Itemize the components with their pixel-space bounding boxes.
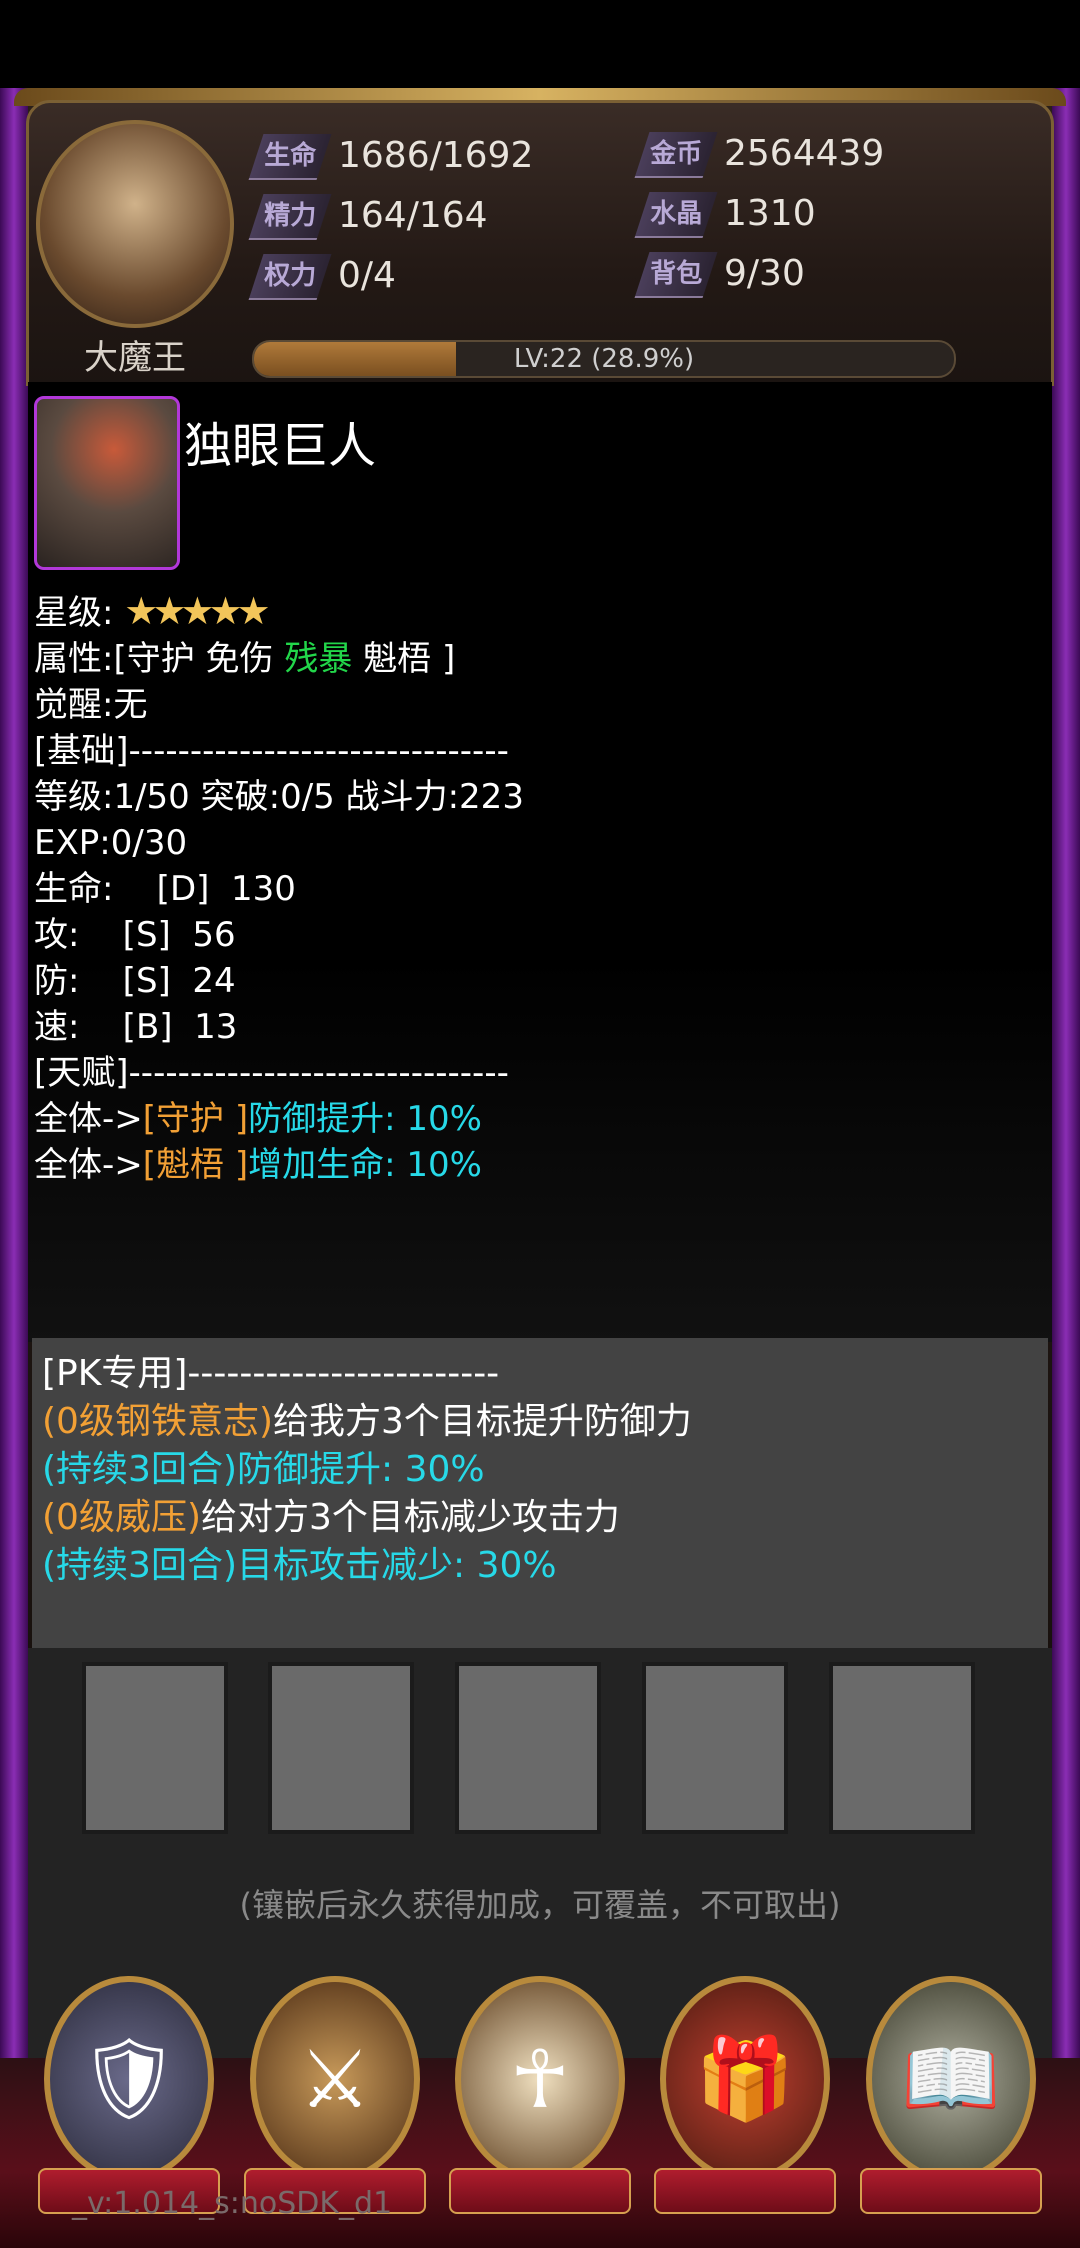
hp-line: 生命: [D] 130: [34, 869, 296, 909]
bag-icon: 背包: [634, 252, 718, 298]
player-name: 大魔王: [84, 338, 186, 378]
stat-hp: 生命 1686/1692: [248, 134, 533, 180]
inlay-slot[interactable]: [642, 1662, 788, 1834]
pk-header: [PK专用]------------------------: [42, 1353, 500, 1394]
energy-icon: 精力: [248, 194, 332, 240]
stat-bag: 背包 9/30: [634, 252, 805, 298]
unit-name: 独眼巨人: [184, 418, 377, 474]
level-text: LV:22 (28.9%): [513, 344, 695, 374]
def-line: 防: [S] 24: [34, 961, 236, 1001]
mask-icon: ☥: [510, 2032, 570, 2126]
level-progress-bar: LV:22 (28.9%): [252, 340, 956, 378]
stat-gold: 金币 2564439: [634, 132, 884, 178]
talent-line: 全体->[守护 ]防御提升: 10%: [34, 1099, 482, 1139]
hp-icon: 生命: [248, 134, 332, 180]
talent-line: 全体->[魁梧 ]增加生命: 10%: [34, 1145, 482, 1185]
chest-icon: 🎁: [695, 2032, 795, 2125]
book-icon: 📖: [901, 2032, 1001, 2125]
star-line: 星级: ★★★★★: [34, 589, 271, 633]
talent-header: [天赋]-------------------------------: [34, 1053, 509, 1093]
guard-crest-button[interactable]: 🛡: [38, 1976, 220, 2214]
basic-header: [基础]-------------------------------: [34, 731, 509, 771]
helmet-icon: ⚔: [299, 2032, 371, 2126]
inlay-slot[interactable]: [829, 1662, 975, 1834]
nav-plaque: [860, 2168, 1042, 2214]
stat-energy: 精力 164/164: [248, 194, 488, 240]
book-button[interactable]: 📖: [860, 1976, 1042, 2214]
shield-icon: 🛡: [78, 2032, 180, 2125]
pk-skill-2: (0级威压)给对方3个目标减少攻击力: [42, 1497, 620, 1538]
hero-button[interactable]: ⚔: [244, 1976, 426, 2214]
pk-skill-1: (0级钢铁意志)给我方3个目标提升防御力: [42, 1401, 692, 1442]
crystal-icon: 水晶: [634, 192, 718, 238]
inlay-slot[interactable]: [455, 1662, 601, 1834]
inlay-slot[interactable]: [268, 1662, 414, 1834]
star-rating-icon: ★★★★★: [124, 589, 270, 633]
treasure-button[interactable]: 🎁: [654, 1976, 836, 2214]
pk-skill-panel: [PK专用]------------------------ (0级钢铁意志)给…: [32, 1338, 1048, 1648]
sage-button[interactable]: ☥: [449, 1976, 631, 2214]
gold-icon: 金币: [634, 132, 718, 178]
nav-plaque: [449, 2168, 631, 2214]
stat-crystal: 水晶 1310: [634, 192, 816, 238]
power-icon: 权力: [248, 254, 332, 300]
atk-line: 攻: [S] 56: [34, 915, 236, 955]
unit-info: 星级: ★★★★★ 属性:[守护 免伤 残暴 魁梧 ] 觉醒:无 [基础]---…: [34, 588, 524, 1188]
exp-line: EXP:0/30: [34, 823, 188, 863]
spd-line: 速: [B] 13: [34, 1007, 238, 1047]
player-avatar[interactable]: [36, 120, 234, 328]
pk-skill-2-effect: (持续3回合)目标攻击减少: 30%: [42, 1545, 557, 1586]
attribute-line: 属性:[守护 免伤 残暴 魁梧 ]: [34, 639, 456, 679]
inlay-slot[interactable]: [82, 1662, 228, 1834]
inlay-hint: (镶嵌后永久获得加成，可覆盖，不可取出): [239, 1886, 841, 1924]
pk-skill-1-effect: (持续3回合)防御提升: 30%: [42, 1449, 485, 1490]
unit-portrait[interactable]: [34, 396, 180, 570]
level-line: 等级:1/50 突破:0/5 战斗力:223: [34, 777, 524, 817]
stat-power: 权力 0/4: [248, 254, 396, 300]
nav-plaque: [654, 2168, 836, 2214]
version-text: _v:1.014_s:noSDK_d1: [72, 2186, 393, 2221]
awaken-line: 觉醒:无: [34, 685, 148, 725]
